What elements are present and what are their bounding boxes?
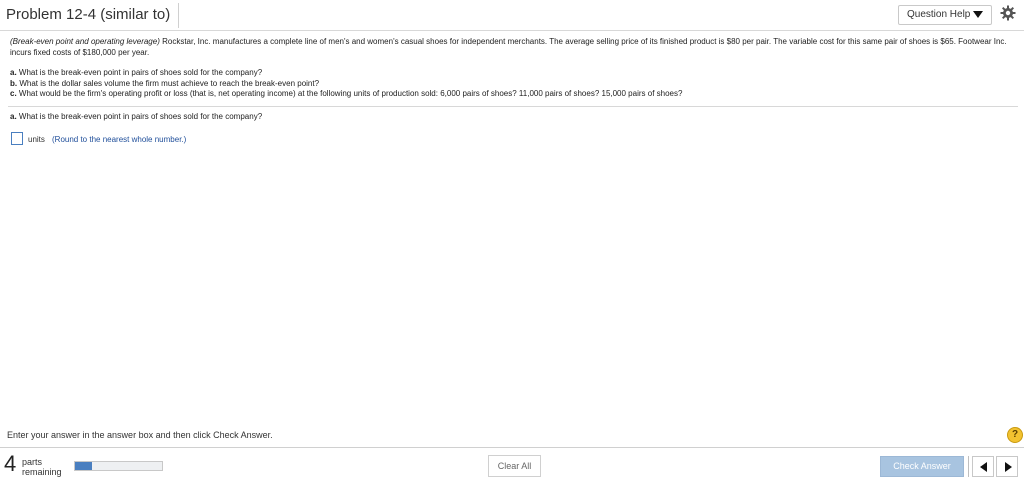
gear-icon[interactable] xyxy=(1000,5,1016,21)
units-label: units xyxy=(28,135,45,144)
section-divider xyxy=(8,106,1018,107)
help-icon[interactable]: ? xyxy=(1007,427,1023,443)
current-part-text: What is the break-even point in pairs of… xyxy=(16,112,263,121)
question-help-dropdown[interactable]: Question Help xyxy=(898,5,992,25)
current-part-letter: a. xyxy=(10,112,17,121)
check-answer-button[interactable]: Check Answer xyxy=(880,456,964,477)
header-bar: Problem 12-4 (similar to) Question Help xyxy=(0,0,1024,31)
question-letter: a. xyxy=(10,68,17,77)
triangle-right-icon xyxy=(1005,462,1012,472)
title-divider xyxy=(178,3,179,28)
question-item: b. What is the dollar sales volume the f… xyxy=(10,79,1015,90)
parts-word: parts xyxy=(22,457,43,467)
question-letter: c. xyxy=(10,89,17,98)
problem-topic: (Break-even point and operating leverage… xyxy=(10,37,160,46)
question-item: c. What would be the firm's operating pr… xyxy=(10,89,1015,100)
rounding-note: (Round to the nearest whole number.) xyxy=(52,135,187,144)
parts-remaining-label: parts remaining xyxy=(22,457,62,477)
problem-body: Rockstar, Inc. manufactures a complete l… xyxy=(10,37,1007,57)
clear-all-button[interactable]: Clear All xyxy=(488,455,541,477)
footer-divider xyxy=(0,447,1024,448)
progress-bar xyxy=(74,461,163,471)
instruction-text: Enter your answer in the answer box and … xyxy=(7,430,273,440)
previous-button[interactable] xyxy=(972,456,994,477)
question-list: a. What is the break-even point in pairs… xyxy=(10,68,1015,100)
question-text: What would be the firm's operating profi… xyxy=(16,89,683,98)
nav-divider xyxy=(968,456,969,477)
page-title: Problem 12-4 (similar to) xyxy=(6,6,171,23)
question-help-label: Question Help xyxy=(907,9,971,20)
current-part-question: a. What is the break-even point in pairs… xyxy=(10,112,262,121)
remaining-word: remaining xyxy=(22,467,62,477)
question-item: a. What is the break-even point in pairs… xyxy=(10,68,1015,79)
triangle-left-icon xyxy=(980,462,987,472)
next-button[interactable] xyxy=(996,456,1018,477)
problem-statement: (Break-even point and operating leverage… xyxy=(10,37,1015,58)
question-text: What is the dollar sales volume the firm… xyxy=(17,78,320,88)
question-text: What is the break-even point in pairs of… xyxy=(16,68,263,77)
parts-remaining-count: 4 xyxy=(4,451,17,476)
progress-fill xyxy=(75,462,93,470)
caret-down-icon xyxy=(973,11,983,18)
answer-input[interactable] xyxy=(11,132,23,145)
